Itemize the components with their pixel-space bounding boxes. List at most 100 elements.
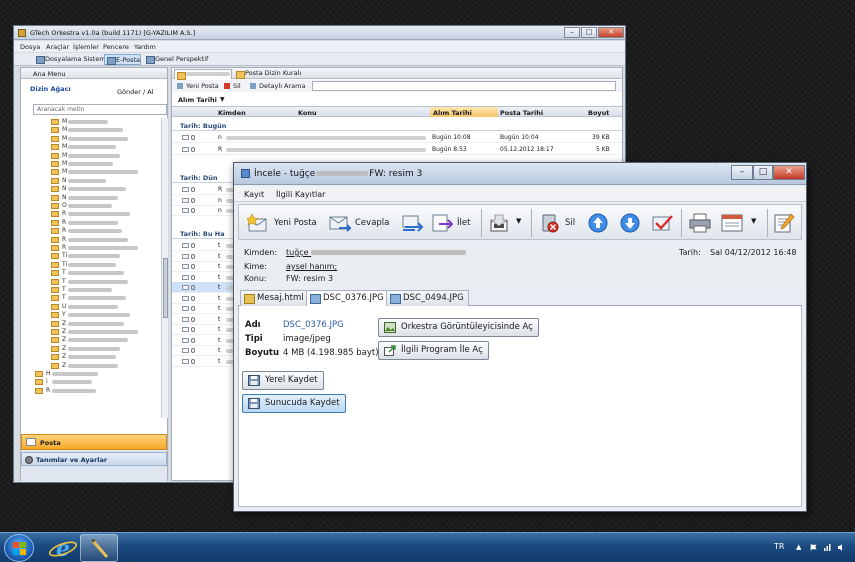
sort-dropdown[interactable]: Alım Tarihi bbox=[178, 96, 217, 104]
tree-folder[interactable]: Ti bbox=[21, 261, 161, 269]
perspective-genel[interactable]: Genel Perspektif bbox=[144, 54, 208, 65]
tree-folder[interactable]: M bbox=[21, 135, 161, 143]
tree-scrollbar[interactable] bbox=[161, 118, 168, 418]
tree-folder[interactable]: R bbox=[21, 219, 161, 227]
detailed-search-button[interactable]: Detaylı Arama bbox=[250, 82, 305, 90]
tree-folder[interactable]: i bbox=[21, 378, 161, 386]
group-header-today[interactable]: Tarih: Bugün bbox=[172, 120, 622, 131]
nav-posta[interactable]: Posta bbox=[21, 434, 167, 450]
previous-button[interactable] bbox=[587, 209, 611, 236]
from-value[interactable]: tuğçe bbox=[286, 248, 467, 257]
print-button[interactable] bbox=[689, 209, 713, 236]
col-boyut[interactable]: Boyut bbox=[588, 109, 609, 117]
save-local-button[interactable]: Yerel Kaydet bbox=[242, 371, 324, 390]
col-kimden[interactable]: Kimden bbox=[218, 109, 246, 117]
col-konu[interactable]: Konu bbox=[298, 109, 317, 117]
menu-pencere[interactable]: Pencere bbox=[103, 43, 129, 51]
maximize-icon[interactable]: □ bbox=[581, 27, 597, 38]
taskbar-ie[interactable]: e bbox=[44, 534, 82, 562]
folder-tree[interactable]: M M M M M M M N N N O R R R R R Ti Ti T T T T U Y Z Z Z Z Z Z Hi R bbox=[21, 118, 161, 418]
tree-folder[interactable]: T bbox=[21, 294, 161, 302]
tree-folder[interactable]: R bbox=[21, 210, 161, 218]
tab-posta-dizin-kurali[interactable]: Posta Dizin Kuralı bbox=[234, 69, 304, 79]
tree-folder[interactable]: N bbox=[21, 185, 161, 193]
volume-icon[interactable] bbox=[838, 544, 845, 551]
tree-folder[interactable]: Y bbox=[21, 311, 161, 319]
perspective-dosyalama[interactable]: Dosyalama Sistemi bbox=[34, 54, 107, 65]
tree-folder[interactable]: T bbox=[21, 286, 161, 294]
send-receive-button[interactable]: Gönder / Al bbox=[117, 88, 154, 96]
menu-dosya[interactable]: Dosya bbox=[20, 43, 40, 51]
menu-yardim[interactable]: Yardım bbox=[134, 43, 156, 51]
taskbar-orkestra[interactable] bbox=[80, 534, 118, 562]
tree-folder[interactable]: N bbox=[21, 177, 161, 185]
delete-button[interactable]: Sil bbox=[224, 82, 241, 90]
show-hidden-icons-icon[interactable]: ▲ bbox=[796, 543, 801, 551]
save-dropdown-button[interactable]: ▼ bbox=[489, 209, 525, 236]
tree-folder[interactable]: R bbox=[21, 387, 161, 395]
menu-ilgili-kayitlar[interactable]: İlgili Kayıtlar bbox=[276, 190, 325, 199]
tree-folder[interactable]: Z bbox=[21, 353, 161, 361]
col-posta-tarihi[interactable]: Posta Tarihi bbox=[500, 109, 543, 117]
chevron-down-icon[interactable]: ▼ bbox=[220, 96, 225, 103]
tree-folder[interactable]: M bbox=[21, 152, 161, 160]
mail-row[interactable]: n Bugün 10:08 Bugün 10:04 39 KB bbox=[172, 132, 622, 143]
perspective-eposta[interactable]: E-Posta bbox=[104, 54, 142, 65]
tree-folder[interactable]: Ti bbox=[21, 252, 161, 260]
tree-folder[interactable]: M bbox=[21, 126, 161, 134]
tree-folder[interactable]: O bbox=[21, 202, 161, 210]
tab-dsc-0376[interactable]: DSC_0376.JPG bbox=[306, 290, 389, 307]
tree-folder[interactable]: Z bbox=[21, 362, 161, 370]
tree-folder[interactable]: M bbox=[21, 118, 161, 126]
tab-mesaj-html[interactable]: Mesaj.html bbox=[240, 290, 309, 306]
new-mail-button[interactable]: Yeni Posta bbox=[177, 82, 219, 90]
start-button[interactable] bbox=[4, 534, 34, 562]
tree-folder[interactable]: M bbox=[21, 143, 161, 151]
tree-title[interactable]: Dizin Ağacı bbox=[30, 85, 71, 93]
forward-button[interactable]: İlet bbox=[431, 209, 475, 236]
nav-tanimlar[interactable]: Tanımlar ve Ayarlar bbox=[21, 452, 167, 466]
view-dropdown-button[interactable]: ▼ bbox=[721, 209, 761, 236]
language-indicator[interactable]: TR bbox=[774, 542, 784, 551]
menu-araclar[interactable]: Araçlar bbox=[46, 43, 69, 51]
close-icon[interactable]: ✕ bbox=[598, 27, 624, 38]
next-button[interactable] bbox=[619, 209, 643, 236]
scroll-thumb[interactable] bbox=[163, 258, 168, 318]
tree-folder[interactable]: H bbox=[21, 370, 161, 378]
tree-folder[interactable]: R bbox=[21, 236, 161, 244]
new-mail-button[interactable]: Yeni Posta bbox=[247, 209, 327, 236]
tree-folder[interactable]: N bbox=[21, 194, 161, 202]
tree-folder[interactable]: T bbox=[21, 269, 161, 277]
tree-folder[interactable]: R bbox=[21, 227, 161, 235]
close-icon[interactable]: ✕ bbox=[773, 165, 805, 180]
open-program-button[interactable]: İlgili Program İle Aç bbox=[378, 341, 489, 360]
menu-kayit[interactable]: Kayıt bbox=[244, 190, 264, 199]
minimize-icon[interactable]: – bbox=[564, 27, 580, 38]
tree-search-input[interactable]: Aranacak metin bbox=[33, 104, 167, 115]
maximize-icon[interactable]: □ bbox=[753, 165, 773, 180]
to-value[interactable]: aysel hanım; bbox=[286, 262, 337, 271]
tree-folder[interactable]: Z bbox=[21, 345, 161, 353]
tree-folder[interactable]: U bbox=[21, 303, 161, 311]
tree-folder[interactable]: Z bbox=[21, 320, 161, 328]
flag-icon[interactable] bbox=[810, 544, 817, 551]
tree-folder[interactable]: R bbox=[21, 244, 161, 252]
minimize-icon[interactable]: – bbox=[731, 165, 753, 180]
tree-folder[interactable]: M bbox=[21, 160, 161, 168]
col-alim-tarihi[interactable]: Alım Tarihi bbox=[430, 107, 498, 117]
tree-folder[interactable]: T bbox=[21, 278, 161, 286]
mail-row[interactable]: R Bugün 8:53 05.12.2012 18:17 5 KB bbox=[172, 144, 622, 155]
save-server-button[interactable]: Sunucuda Kaydet bbox=[242, 394, 346, 413]
tree-folder[interactable]: Z bbox=[21, 336, 161, 344]
tab-dsc-0494[interactable]: DSC_0494.JPG bbox=[386, 290, 469, 306]
open-viewer-button[interactable]: Orkestra Görüntüleyicisinde Aç bbox=[378, 318, 539, 337]
menu-islemler[interactable]: İşlemler bbox=[73, 43, 99, 51]
delete-button[interactable]: Sil bbox=[539, 209, 579, 236]
tab-folder[interactable] bbox=[174, 69, 232, 80]
network-icon[interactable] bbox=[824, 544, 831, 551]
reply-button[interactable]: Cevapla bbox=[329, 209, 395, 236]
dialog-title-bar[interactable]: İncele - tuğçe FW: resim 3 – □ ✕ bbox=[234, 163, 806, 185]
main-title-bar[interactable]: GTech Orkestra v1.0a (build 1171) [G-YAZ… bbox=[14, 26, 625, 40]
edit-button[interactable] bbox=[773, 209, 799, 236]
reply-all-button[interactable] bbox=[401, 209, 427, 236]
